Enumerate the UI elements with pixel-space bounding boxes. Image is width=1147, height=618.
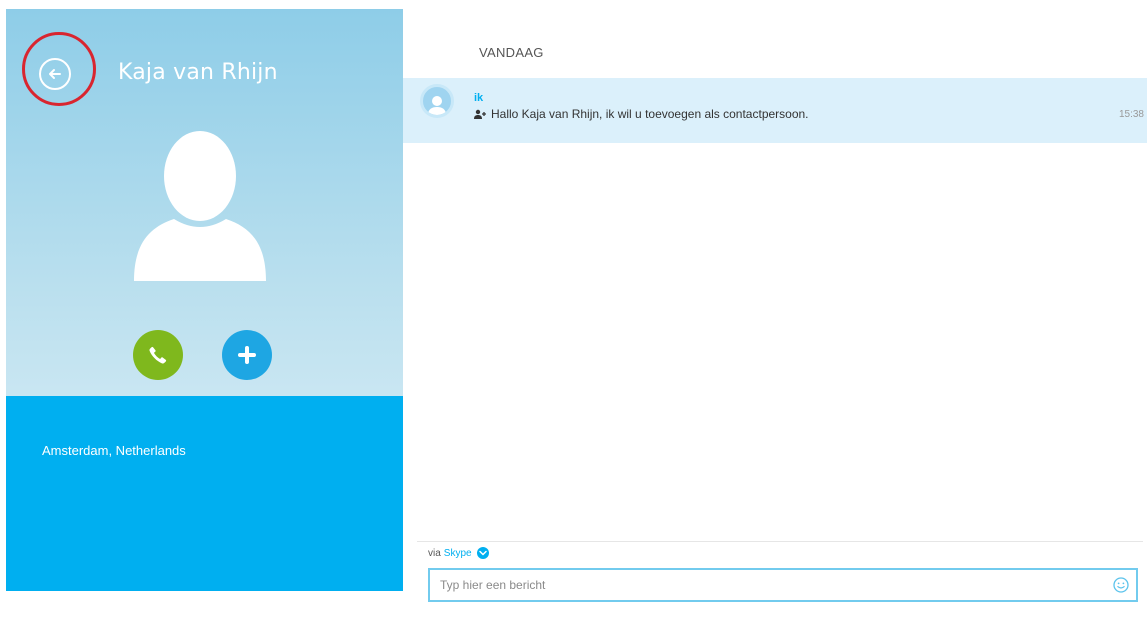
phone-icon xyxy=(149,346,167,364)
add-contact-icon xyxy=(474,109,486,119)
message-compose-box xyxy=(428,568,1138,602)
call-button[interactable] xyxy=(133,330,183,380)
message-sender: ik xyxy=(474,92,484,104)
back-button[interactable] xyxy=(39,58,71,90)
profile-details: Amsterdam, Netherlands xyxy=(6,396,403,591)
contact-name: Kaja van Rhijn xyxy=(118,60,278,85)
plus-icon xyxy=(238,346,256,364)
message-text: Hallo Kaja van Rhijn, ik wil u toevoegen… xyxy=(491,107,809,121)
send-via-selector: via Skype xyxy=(428,547,489,559)
profile-header: Kaja van Rhijn xyxy=(6,9,403,396)
add-contact-button[interactable] xyxy=(222,330,272,380)
message-body: Hallo Kaja van Rhijn, ik wil u toevoegen… xyxy=(474,107,809,121)
via-service-link[interactable]: Skype xyxy=(444,548,472,559)
back-arrow-icon xyxy=(49,69,61,79)
message-timestamp: 15:38 xyxy=(1118,109,1144,120)
emoticon-button[interactable] xyxy=(1112,576,1130,594)
via-label: via xyxy=(428,547,441,559)
contact-profile-panel: Kaja van Rhijn Amsterdam, Netherlands xyxy=(6,9,403,591)
chevron-down-icon[interactable] xyxy=(476,547,489,559)
message-item: ik Hallo Kaja van Rhijn, ik wil u toevoe… xyxy=(403,78,1147,143)
conversation-pane: VANDAAG ik Hallo Kaja van Rhijn, ik wil … xyxy=(403,0,1147,618)
smiley-icon xyxy=(1113,577,1129,593)
person-silhouette-icon xyxy=(428,96,446,115)
person-silhouette-icon xyxy=(134,131,266,281)
contact-location: Amsterdam, Netherlands xyxy=(42,443,186,458)
date-separator: VANDAAG xyxy=(479,45,544,60)
message-avatar xyxy=(420,84,454,118)
compose-divider xyxy=(417,541,1143,542)
message-input[interactable] xyxy=(430,569,1112,601)
